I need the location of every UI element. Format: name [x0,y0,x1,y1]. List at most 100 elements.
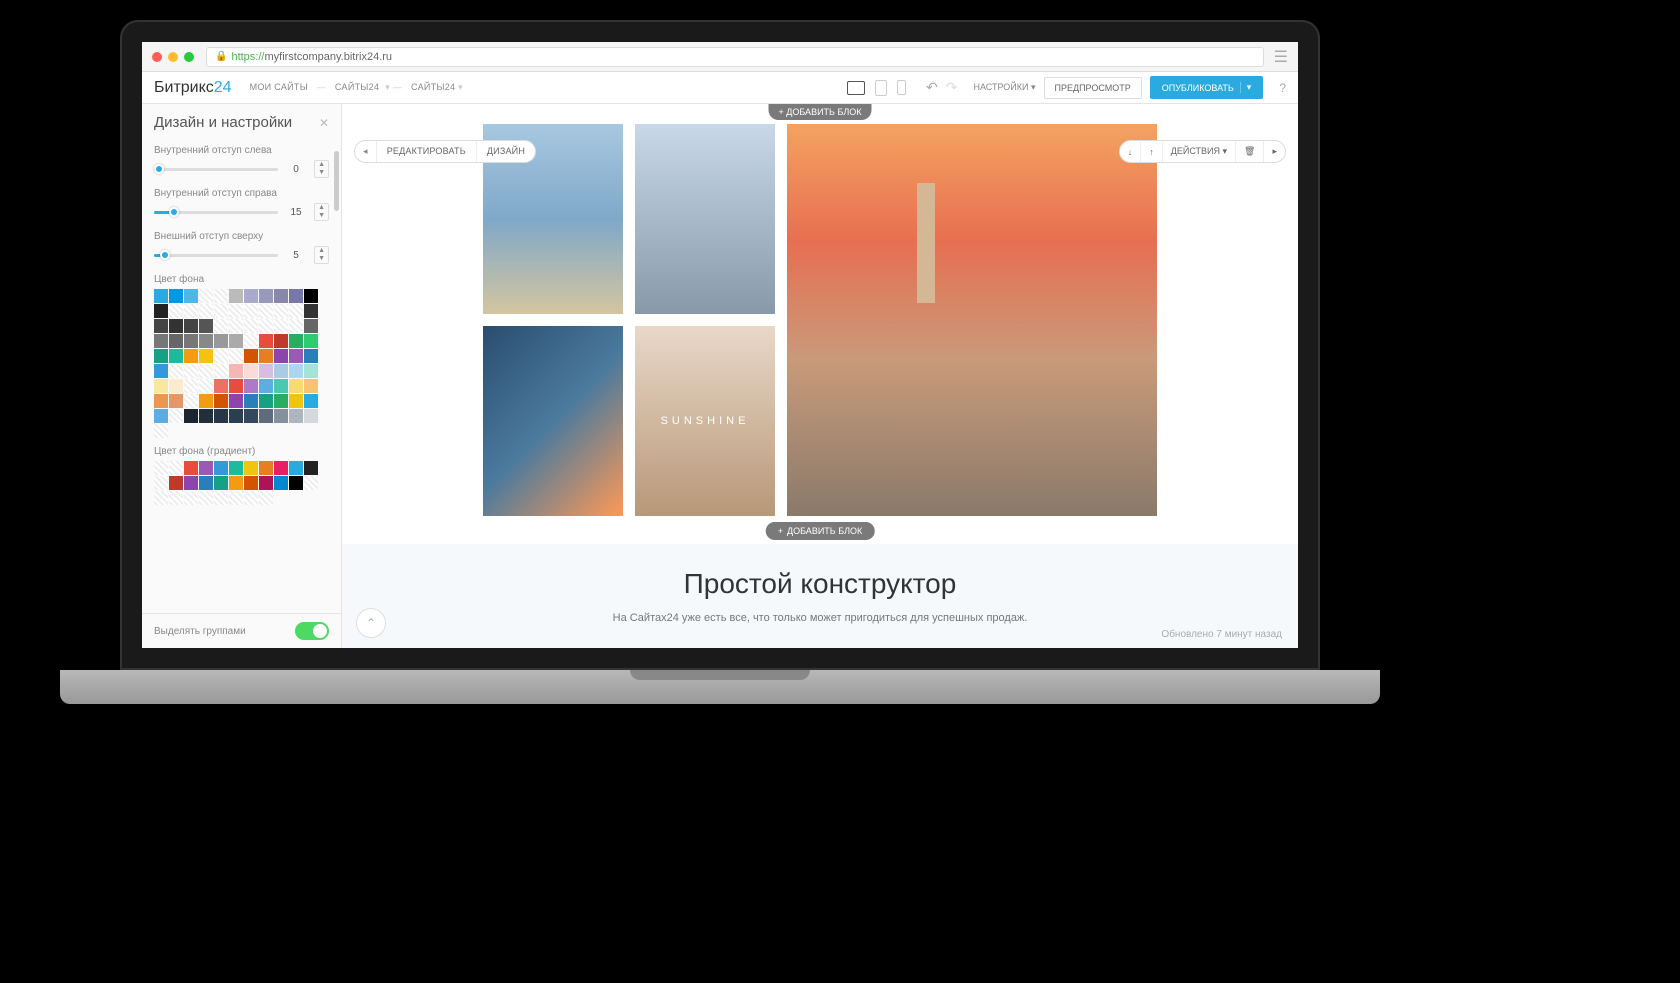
color-swatch[interactable] [304,289,318,303]
margin-top-slider[interactable] [154,254,278,257]
color-swatch[interactable] [304,334,318,348]
color-swatch[interactable] [154,334,168,348]
color-swatch[interactable] [229,364,243,378]
color-swatch[interactable] [184,409,198,423]
color-swatch[interactable] [199,409,213,423]
add-block-button[interactable]: + ДОБАВИТЬ БЛОК [766,522,875,540]
actions-dropdown[interactable]: ДЕЙСТВИЯ ▾ [1163,141,1236,162]
color-swatch[interactable] [169,394,183,408]
color-swatch[interactable] [154,304,168,318]
window-maximize-icon[interactable] [184,52,194,62]
padding-right-stepper[interactable]: ▲▼ [314,203,329,221]
gallery-block[interactable]: SUNSHINE [342,124,1298,524]
edit-button[interactable]: РЕДАКТИРОВАТЬ [377,141,477,162]
color-swatch[interactable] [229,289,243,303]
color-swatch[interactable] [184,289,198,303]
color-swatch[interactable] [169,349,183,363]
gallery-image[interactable]: SUNSHINE [635,326,775,516]
gradient-swatch[interactable] [199,491,213,505]
settings-link[interactable]: НАСТРОЙКИ ▾ [973,82,1035,93]
color-swatch[interactable] [244,334,258,348]
color-swatch[interactable] [244,394,258,408]
color-swatch[interactable] [304,349,318,363]
chevron-down-icon[interactable]: ▾ [1240,82,1252,93]
gradient-swatch[interactable] [244,476,258,490]
color-swatch[interactable] [214,409,228,423]
color-swatch[interactable] [214,349,228,363]
gradient-swatch[interactable] [169,476,183,490]
color-swatch[interactable] [184,319,198,333]
gradient-swatch[interactable] [229,491,243,505]
color-swatch[interactable] [229,349,243,363]
color-swatch[interactable] [289,379,303,393]
gradient-swatch[interactable] [274,461,288,475]
gallery-image[interactable] [787,124,1157,516]
color-swatch[interactable] [184,304,198,318]
margin-top-stepper[interactable]: ▲▼ [314,246,329,264]
scroll-top-button[interactable]: ⌃ [356,608,386,638]
undo-icon[interactable]: ↶ [926,79,938,96]
breadcrumb-item[interactable]: МОИ САЙТЫ [250,82,308,92]
color-swatch[interactable] [169,409,183,423]
chevron-left-icon[interactable]: ◂ [355,141,377,162]
color-swatch[interactable] [184,334,198,348]
color-swatch[interactable] [214,379,228,393]
color-swatch[interactable] [259,379,273,393]
gradient-swatch[interactable] [214,476,228,490]
gradient-swatch[interactable] [214,461,228,475]
color-swatch[interactable] [259,304,273,318]
color-swatch[interactable] [184,364,198,378]
color-swatch[interactable] [229,394,243,408]
color-swatch[interactable] [274,289,288,303]
color-swatch[interactable] [244,379,258,393]
color-swatch[interactable] [289,409,303,423]
gradient-swatch[interactable] [184,476,198,490]
color-swatch[interactable] [154,289,168,303]
color-swatch[interactable] [259,364,273,378]
gradient-swatch[interactable] [259,461,273,475]
padding-left-stepper[interactable]: ▲▼ [314,160,329,178]
color-swatch[interactable] [169,334,183,348]
color-swatch[interactable] [199,364,213,378]
breadcrumb-item[interactable]: САЙТЫ24 [335,82,379,92]
gradient-swatch[interactable] [154,476,168,490]
color-swatch[interactable] [199,304,213,318]
color-swatch[interactable] [154,364,168,378]
gradient-swatch[interactable] [169,461,183,475]
color-swatch[interactable] [244,364,258,378]
color-swatch[interactable] [154,379,168,393]
color-swatch[interactable] [169,379,183,393]
move-up-icon[interactable]: ↑ [1141,142,1163,162]
preview-button[interactable]: ПРЕДПРОСМОТР [1044,77,1142,99]
gradient-swatch[interactable] [199,461,213,475]
color-swatch[interactable] [259,319,273,333]
color-swatch[interactable] [274,334,288,348]
color-swatch[interactable] [259,289,273,303]
color-swatch[interactable] [304,364,318,378]
color-swatch[interactable] [154,349,168,363]
gradient-swatch[interactable] [289,476,303,490]
color-swatch[interactable] [169,319,183,333]
add-block-top-button[interactable]: + ДОБАВИТЬ БЛОК [769,104,872,120]
gradient-swatch[interactable] [304,461,318,475]
color-swatch[interactable] [199,379,213,393]
color-swatch[interactable] [229,409,243,423]
gradient-swatch[interactable] [184,461,198,475]
gradient-swatch[interactable] [229,461,243,475]
color-swatch[interactable] [214,319,228,333]
color-swatch[interactable] [229,319,243,333]
color-swatch[interactable] [274,364,288,378]
color-swatch[interactable] [214,364,228,378]
color-swatch[interactable] [274,349,288,363]
color-swatch[interactable] [274,409,288,423]
color-swatch[interactable] [289,319,303,333]
color-swatch[interactable] [259,394,273,408]
gradient-swatch[interactable] [244,491,258,505]
color-swatch[interactable] [289,349,303,363]
help-icon[interactable]: ? [1279,81,1286,95]
color-swatch[interactable] [244,409,258,423]
color-swatch[interactable] [154,424,168,438]
color-swatch[interactable] [244,304,258,318]
move-down-icon[interactable]: ↓ [1120,142,1142,162]
padding-right-slider[interactable] [154,211,278,214]
